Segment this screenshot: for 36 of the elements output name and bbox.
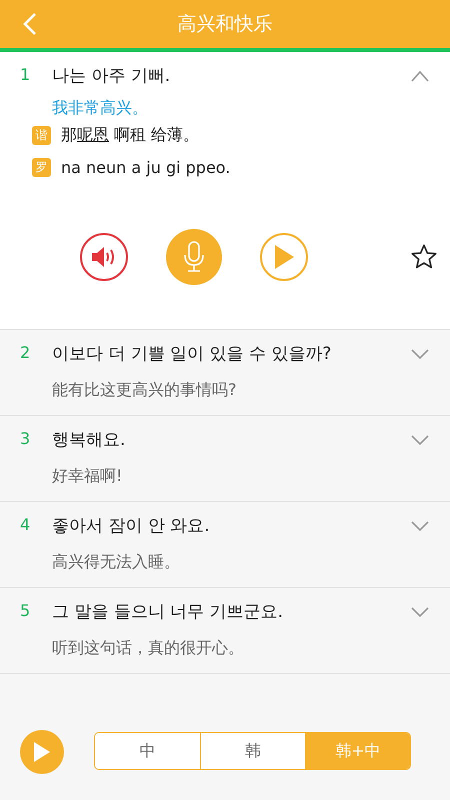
sentence-number: 4 — [20, 514, 32, 534]
play-all-button[interactable] — [20, 730, 64, 774]
page-title: 高兴和快乐 — [176, 12, 274, 37]
chinese-translation: 好幸福啊! — [52, 466, 124, 487]
romanization-text: na neun a ju gi ppeo. — [61, 158, 230, 177]
speaker-button[interactable] — [80, 233, 128, 281]
korean-sentence: 행복해요. — [52, 429, 126, 452]
sentence-number: 1 — [20, 64, 32, 84]
homophone-text: 那呢恩 啊租 给薄。 — [61, 125, 200, 146]
sentence-number: 5 — [20, 600, 32, 620]
expand-chevron-icon[interactable] — [410, 433, 430, 447]
homophone-tag: 谐 — [32, 126, 51, 145]
expand-chevron-icon[interactable] — [410, 519, 430, 533]
play-icon — [273, 244, 295, 270]
collapse-chevron-icon[interactable] — [410, 69, 430, 83]
chinese-translation: 高兴得无法入睡。 — [52, 552, 181, 573]
romanization-tag: 罗 — [32, 158, 51, 177]
chinese-translation: 听到这句话，真的很开心。 — [52, 638, 245, 659]
play-button[interactable] — [260, 233, 308, 281]
language-mode-tab[interactable]: 韩 — [200, 733, 305, 769]
sentence-number: 3 — [20, 428, 32, 448]
chinese-translation: 能有比这更高兴的事情吗? — [52, 380, 238, 401]
korean-sentence: 이보다 더 기쁠 일이 있을 수 있을까? — [52, 343, 332, 366]
chinese-translation: 我非常高兴。 — [52, 98, 149, 119]
korean-sentence: 좋아서 잠이 안 와요. — [52, 515, 211, 538]
sentence-number: 2 — [20, 342, 32, 362]
microphone-icon — [183, 241, 205, 273]
favorite-star-icon[interactable] — [410, 243, 438, 271]
language-mode-tab[interactable]: 中 — [95, 733, 200, 769]
expand-chevron-icon[interactable] — [410, 605, 430, 619]
expand-chevron-icon[interactable] — [410, 347, 430, 361]
korean-sentence: 나는 아주 기뻐. — [52, 65, 172, 88]
speaker-icon — [91, 246, 117, 268]
korean-sentence: 그 말을 들으니 너무 기쁘군요. — [52, 601, 284, 624]
sentence-row[interactable]: 1 나는 아주 기뻐. 我非常高兴。 谐 那呢恩 啊租 给薄。 罗 na neun a ju gi ppeo. — [0, 52, 450, 330]
play-icon — [33, 741, 51, 763]
